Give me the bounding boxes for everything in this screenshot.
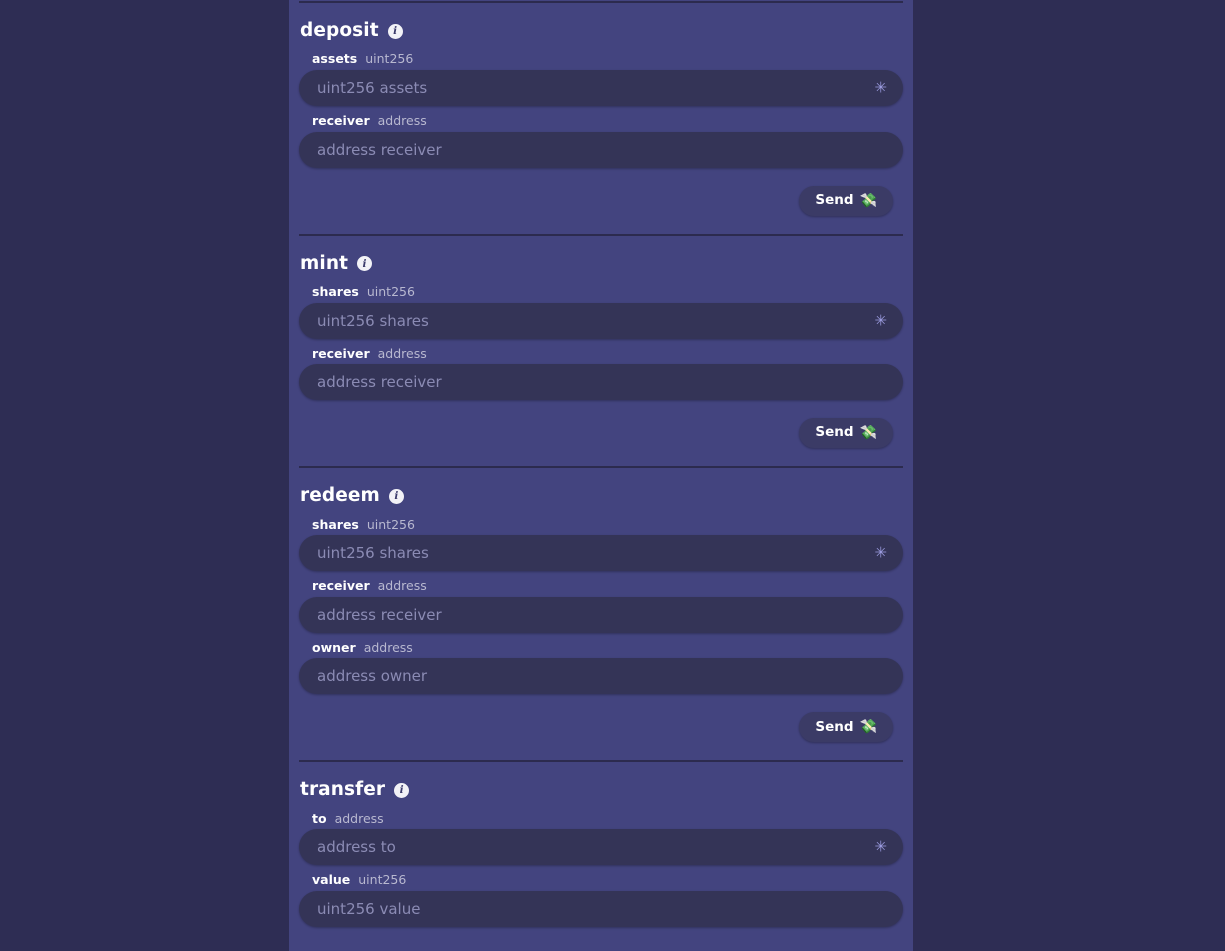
parameter-input-wrapper: ✳: [299, 535, 903, 572]
input-mint-receiver[interactable]: [299, 364, 903, 401]
parameter-input-wrapper: ✳: [299, 69, 903, 106]
money-with-wings-icon: 💸: [859, 719, 877, 736]
send-button-mint[interactable]: Send 💸: [799, 418, 893, 449]
parameter-label: shares uint256: [299, 517, 903, 533]
info-icon[interactable]: i: [394, 783, 410, 799]
function-list: deposit i assets uint256 ✳ receiver address Sen…: [289, 3, 913, 940]
parameter-input-wrapper: [299, 658, 903, 695]
input-deposit-assets[interactable]: [299, 69, 903, 106]
function-name: redeem: [300, 485, 380, 507]
parameter-name: value: [312, 872, 351, 888]
parameter-name: receiver: [312, 112, 370, 128]
send-button-label: Send: [815, 191, 854, 208]
info-icon[interactable]: i: [357, 256, 373, 272]
parameter-name: receiver: [312, 345, 370, 361]
parameter-row: value uint256: [299, 872, 903, 927]
function-block-transfer: transfer i to address ✳ value uint256: [289, 762, 913, 940]
parameter-input-wrapper: [299, 364, 903, 401]
input-mint-shares[interactable]: [299, 302, 903, 339]
parameter-type: address: [377, 345, 427, 361]
money-with-wings-icon: 💸: [859, 192, 877, 209]
parameter-type: uint256: [366, 283, 415, 299]
parameter-name: to: [312, 810, 327, 826]
function-name: mint: [300, 252, 349, 274]
function-block-mint: minti shares uint256 ✳ receiver address Send 💸: [289, 236, 913, 467]
input-transfer-value[interactable]: [299, 891, 903, 927]
parameter-label: receiver address: [299, 113, 903, 129]
function-name: transfer: [300, 779, 386, 801]
parameter-type: address: [363, 639, 413, 655]
money-with-wings-icon: 💸: [859, 425, 877, 442]
send-button-deposit[interactable]: Send 💸: [799, 185, 893, 216]
info-icon[interactable]: i: [387, 23, 403, 39]
send-row: Send 💸: [299, 701, 903, 754]
input-transfer-to[interactable]: [299, 829, 903, 866]
parameter-input-wrapper: ✳: [299, 302, 903, 339]
function-name: deposit: [300, 20, 379, 41]
send-row: Send 💸: [299, 407, 903, 460]
parameter-type: uint256: [358, 872, 407, 888]
function-block-deposit: deposit i assets uint256 ✳ receiver address Sen…: [289, 3, 913, 234]
parameter-name: shares: [312, 283, 359, 299]
parameter-label: receiver address: [299, 578, 903, 594]
function-header: deposit i: [299, 20, 903, 41]
parameter-name: receiver: [312, 578, 370, 594]
parameter-name: owner: [312, 639, 356, 655]
parameter-row: to address ✳: [299, 811, 903, 866]
parameter-input-wrapper: [299, 131, 903, 168]
send-row: Send 💸: [299, 175, 903, 228]
function-block-redeem: redeemisharesuint256✳receiveraddressowne…: [289, 468, 913, 760]
parameter-input-wrapper: [299, 596, 903, 633]
parameter-label: to address: [299, 811, 903, 827]
parameter-type: address: [334, 810, 384, 826]
parameter-type: uint256: [366, 516, 415, 532]
parameter-row: receiver address: [299, 113, 903, 168]
app-root: deposit i assets uint256 ✳ receiver address Sen…: [0, 0, 1225, 951]
parameter-label: assets uint256: [299, 51, 903, 67]
parameter-row: shares uint256 ✳: [299, 517, 903, 572]
input-deposit-receiver[interactable]: [299, 131, 903, 168]
input-redeem-owner[interactable]: [299, 658, 903, 695]
parameter-label: owner address: [299, 640, 903, 656]
function-header: redeem i: [299, 485, 903, 507]
parameter-type: address: [377, 112, 427, 128]
parameter-label: receiver address: [299, 346, 903, 362]
send-button-redeem[interactable]: Send 💸: [799, 712, 893, 743]
contract-functions-card: deposit i assets uint256 ✳ receiver address Sen…: [289, 0, 913, 951]
input-redeem-receiver[interactable]: [299, 596, 903, 633]
parameter-type: uint256: [365, 51, 414, 67]
send-button-label: Send: [815, 718, 854, 735]
input-redeem-shares[interactable]: [299, 535, 903, 572]
parameter-name: assets: [312, 51, 358, 67]
function-header: mint i: [299, 252, 903, 274]
parameter-input-wrapper: [299, 891, 903, 927]
parameter-row: shares uint256 ✳: [299, 284, 903, 339]
parameter-row: receiver address: [299, 346, 903, 401]
parameter-name: shares: [312, 516, 359, 532]
parameter-row: assets uint256 ✳: [299, 51, 903, 106]
parameter-input-wrapper: ✳: [299, 829, 903, 866]
parameter-row: owner address: [299, 640, 903, 695]
parameter-label: shares uint256: [299, 284, 903, 300]
info-icon[interactable]: i: [388, 488, 404, 504]
parameter-type: address: [377, 578, 427, 594]
send-button-label: Send: [815, 424, 854, 441]
parameter-label: value uint256: [299, 872, 903, 888]
function-header: transfer i: [299, 780, 903, 800]
parameter-row: receiver address: [299, 578, 903, 633]
